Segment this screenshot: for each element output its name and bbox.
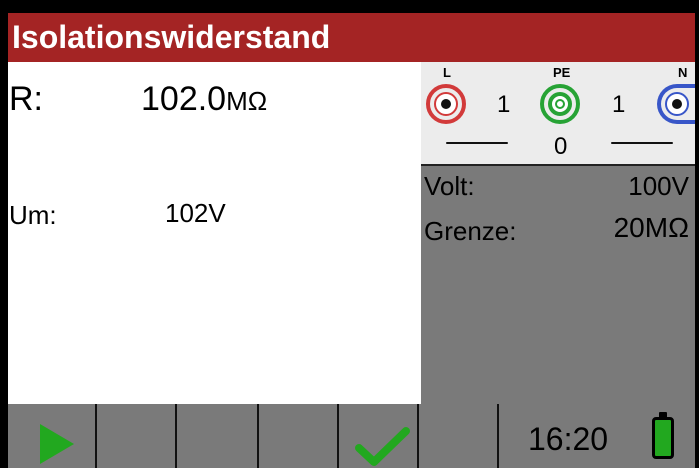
resistance-label: R: — [9, 80, 43, 118]
limit-value: 20MΩ — [613, 212, 689, 243]
softkey-2[interactable] — [97, 404, 175, 468]
voltage-measured-value: 102V — [165, 198, 226, 228]
screen-title: Isolationswiderstand — [8, 13, 695, 62]
connection-line-right — [611, 142, 673, 144]
start-softkey[interactable] — [8, 404, 95, 468]
volt-value: 100V — [628, 171, 689, 201]
play-icon — [40, 424, 74, 464]
settings-panel: L PE N 1 1 0 Volt: 100V Grenze: 20MΩ — [421, 62, 695, 404]
softkey-3[interactable] — [177, 404, 257, 468]
terminal-n-label: N — [678, 65, 688, 80]
confirm-softkey[interactable] — [339, 404, 417, 468]
softkey-divider — [497, 404, 499, 468]
l-n-count: 0 — [554, 133, 568, 160]
volt-label: Volt: — [424, 171, 475, 201]
check-icon — [355, 427, 410, 466]
terminal-n-icon — [657, 84, 695, 124]
battery-icon — [652, 417, 674, 459]
softkey-bar: 16:20 — [8, 404, 695, 468]
terminal-diagram: L PE N 1 1 0 — [421, 62, 695, 166]
resistance-unit: MΩ — [226, 86, 268, 116]
connection-line-left — [446, 142, 508, 144]
meter-screen: Isolationswiderstand R: 102.0MΩ Um: 102V… — [0, 0, 699, 468]
terminal-l-label: L — [443, 65, 451, 80]
measurement-panel: R: 102.0MΩ Um: 102V — [8, 62, 421, 404]
limit-label: Grenze: — [424, 216, 517, 246]
softkey-4[interactable] — [259, 404, 337, 468]
clock-time: 16:20 — [528, 421, 609, 457]
softkey-6[interactable] — [419, 404, 497, 468]
terminal-pe-icon — [540, 84, 580, 124]
voltage-measured-label: Um: — [9, 200, 57, 230]
pe-n-count: 1 — [612, 91, 626, 118]
l-pe-count: 1 — [497, 91, 511, 118]
resistance-number: 102.0 — [141, 80, 227, 118]
terminal-l-icon — [426, 84, 466, 124]
terminal-pe-label: PE — [553, 65, 571, 80]
resistance-value: 102.0MΩ — [141, 80, 267, 119]
